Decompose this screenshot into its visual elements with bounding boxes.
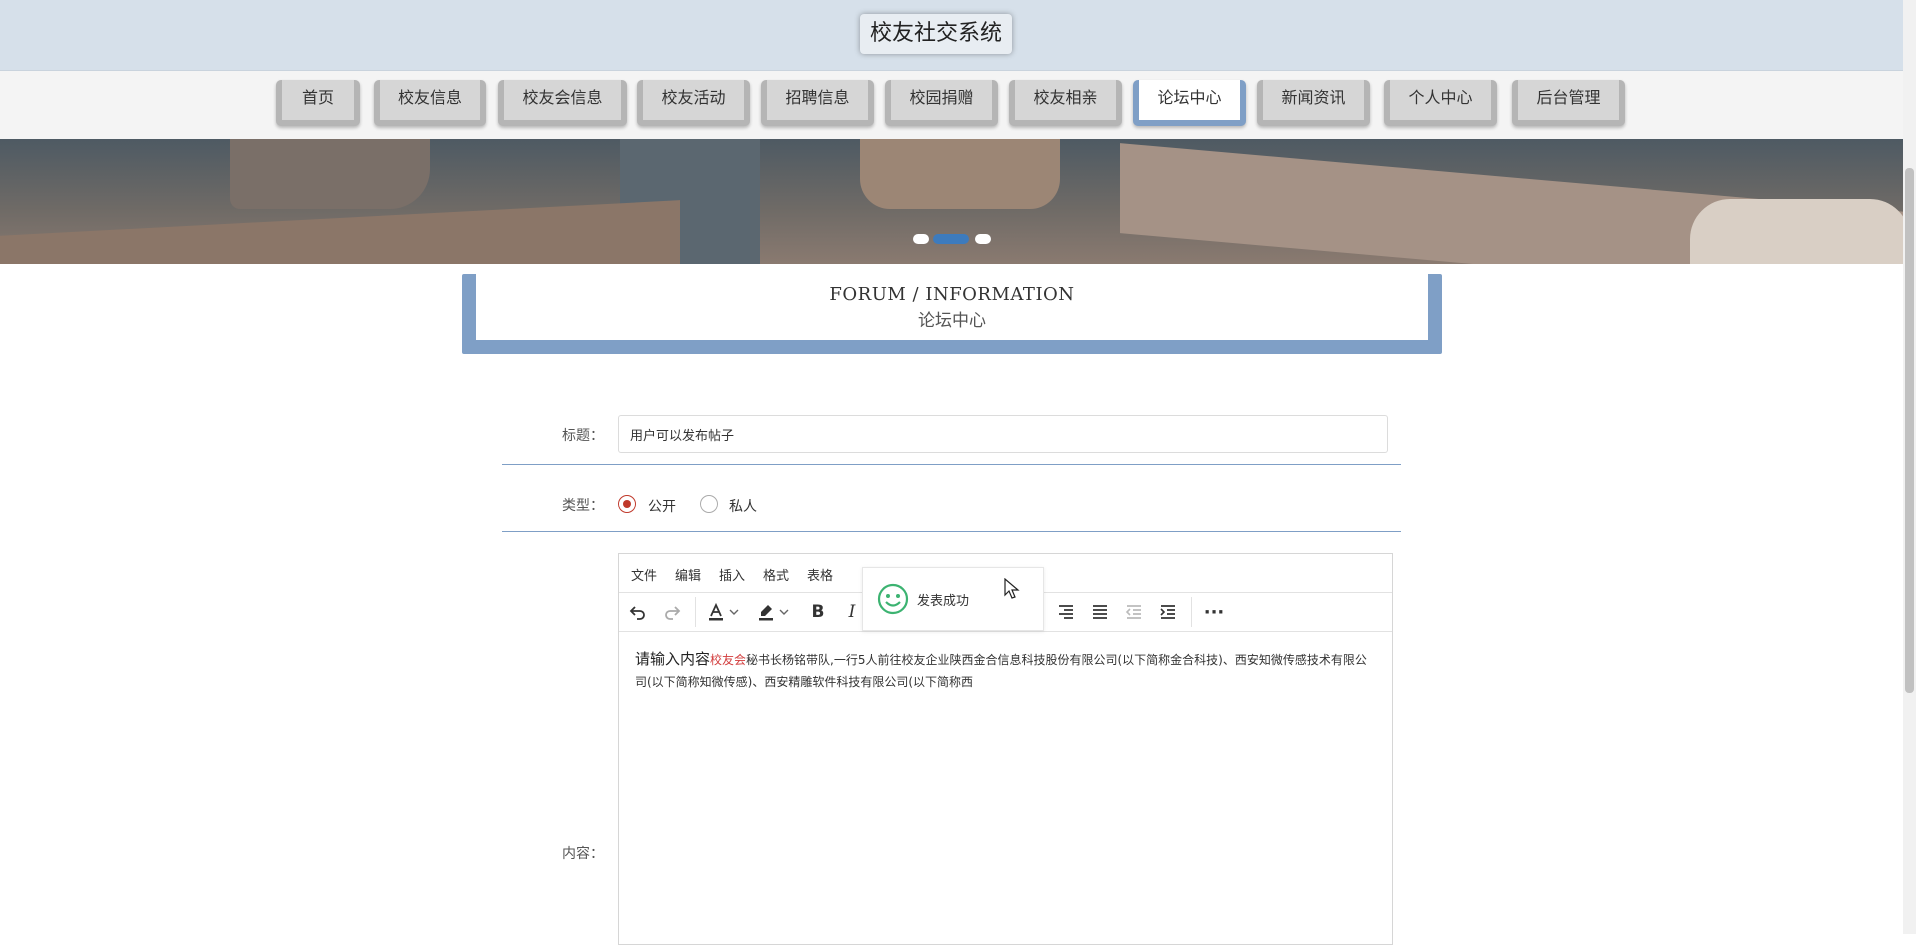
carousel-dot[interactable] (975, 234, 991, 244)
indent-icon[interactable] (1155, 599, 1181, 625)
more-icon[interactable]: ··· (1201, 599, 1227, 625)
nav-item-label: 论坛中心 (1139, 80, 1240, 120)
nav-item-label: 校园捐赠 (891, 80, 992, 120)
content-lead-text: 请输入内容 (635, 650, 711, 668)
outdent-icon[interactable] (1121, 599, 1147, 625)
nav-item-admin[interactable]: 后台管理 (1512, 80, 1625, 126)
header-bar: 校友社交系统 (0, 0, 1903, 71)
carousel-dot[interactable] (913, 234, 929, 244)
banner-image-shape (0, 200, 680, 264)
nav-item-dating[interactable]: 校友相亲 (1009, 80, 1122, 126)
nav-item-home[interactable]: 首页 (276, 80, 360, 126)
divider (502, 464, 1401, 465)
main-nav: 首页 校友信息 校友会信息 校友活动 招聘信息 校园捐赠 校友相亲 论坛中心 新… (0, 71, 1903, 139)
nav-item-label: 校友相亲 (1015, 80, 1116, 120)
mouse-cursor-icon (1004, 577, 1020, 604)
nav-item-label: 首页 (282, 80, 354, 120)
toolbar-separator (695, 597, 696, 627)
page-scrollbar[interactable] (1903, 0, 1916, 934)
nav-item-label: 个人中心 (1390, 80, 1491, 120)
nav-item-activities[interactable]: 校友活动 (637, 80, 750, 126)
nav-item-label: 校友会信息 (504, 80, 621, 120)
menu-format[interactable]: 格式 (763, 565, 789, 584)
nav-item-forum[interactable]: 论坛中心 (1133, 80, 1246, 126)
site-title: 校友社交系统 (860, 14, 1013, 54)
editor-content[interactable]: 请输入内容校友会秘书长杨铭带队,一行5人前往校友企业陕西金合信息科技股份有限公司… (635, 648, 1376, 693)
menu-file[interactable]: 文件 (631, 565, 657, 584)
content-label: 内容： (562, 846, 604, 862)
nav-item-label: 新闻资讯 (1263, 80, 1364, 120)
undo-icon[interactable] (625, 599, 651, 625)
banner-image-shape (1690, 199, 1903, 264)
toolbar-separator (1191, 597, 1192, 627)
radio-public[interactable] (618, 495, 636, 513)
radio-public-label[interactable]: 公开 (648, 496, 676, 516)
nav-item-label: 校友信息 (380, 80, 480, 120)
carousel-indicators (909, 232, 995, 246)
nav-item-alumni-info[interactable]: 校友信息 (374, 80, 486, 126)
radio-private-label[interactable]: 私人 (729, 496, 757, 516)
type-label: 类型： (562, 498, 604, 514)
radio-private[interactable] (700, 495, 718, 513)
carousel-dot-active[interactable] (933, 234, 969, 244)
nav-item-label: 招聘信息 (767, 80, 868, 120)
nav-item-donation[interactable]: 校园捐赠 (885, 80, 998, 126)
section-title-cn: 论坛中心 (918, 311, 986, 331)
highlight-color-icon[interactable] (753, 599, 779, 625)
nav-item-recruitment[interactable]: 招聘信息 (761, 80, 874, 126)
banner-image-shape (230, 139, 430, 209)
chevron-down-icon[interactable] (777, 599, 791, 625)
menu-table[interactable]: 表格 (807, 565, 833, 584)
chevron-down-icon[interactable] (727, 599, 741, 625)
bold-icon[interactable]: B (805, 599, 831, 625)
section-title-en: FORUM / INFORMATION (829, 284, 1075, 305)
redo-icon[interactable] (659, 599, 685, 625)
smile-icon (877, 583, 909, 619)
toast-message: 发表成功 (917, 594, 970, 609)
section-header: FORUM / INFORMATION 论坛中心 (462, 274, 1442, 354)
align-justify-icon[interactable] (1087, 599, 1113, 625)
scrollbar-thumb[interactable] (1905, 168, 1914, 693)
text-color-icon[interactable] (703, 599, 729, 625)
content-highlight-text: 校友会 (710, 653, 747, 667)
divider (502, 531, 1401, 532)
align-right-icon[interactable] (1053, 599, 1079, 625)
banner-image-shape (860, 139, 1060, 209)
nav-item-label: 校友活动 (643, 80, 744, 120)
menu-edit[interactable]: 编辑 (675, 565, 701, 584)
title-label: 标题： (562, 428, 604, 444)
section-header-panel: FORUM / INFORMATION 论坛中心 (476, 274, 1428, 340)
menu-insert[interactable]: 插入 (719, 565, 745, 584)
nav-item-association-info[interactable]: 校友会信息 (498, 80, 627, 126)
nav-item-news[interactable]: 新闻资讯 (1257, 80, 1370, 126)
nav-item-label: 后台管理 (1518, 80, 1619, 120)
nav-item-personal-center[interactable]: 个人中心 (1384, 80, 1497, 126)
title-input[interactable] (618, 415, 1388, 453)
